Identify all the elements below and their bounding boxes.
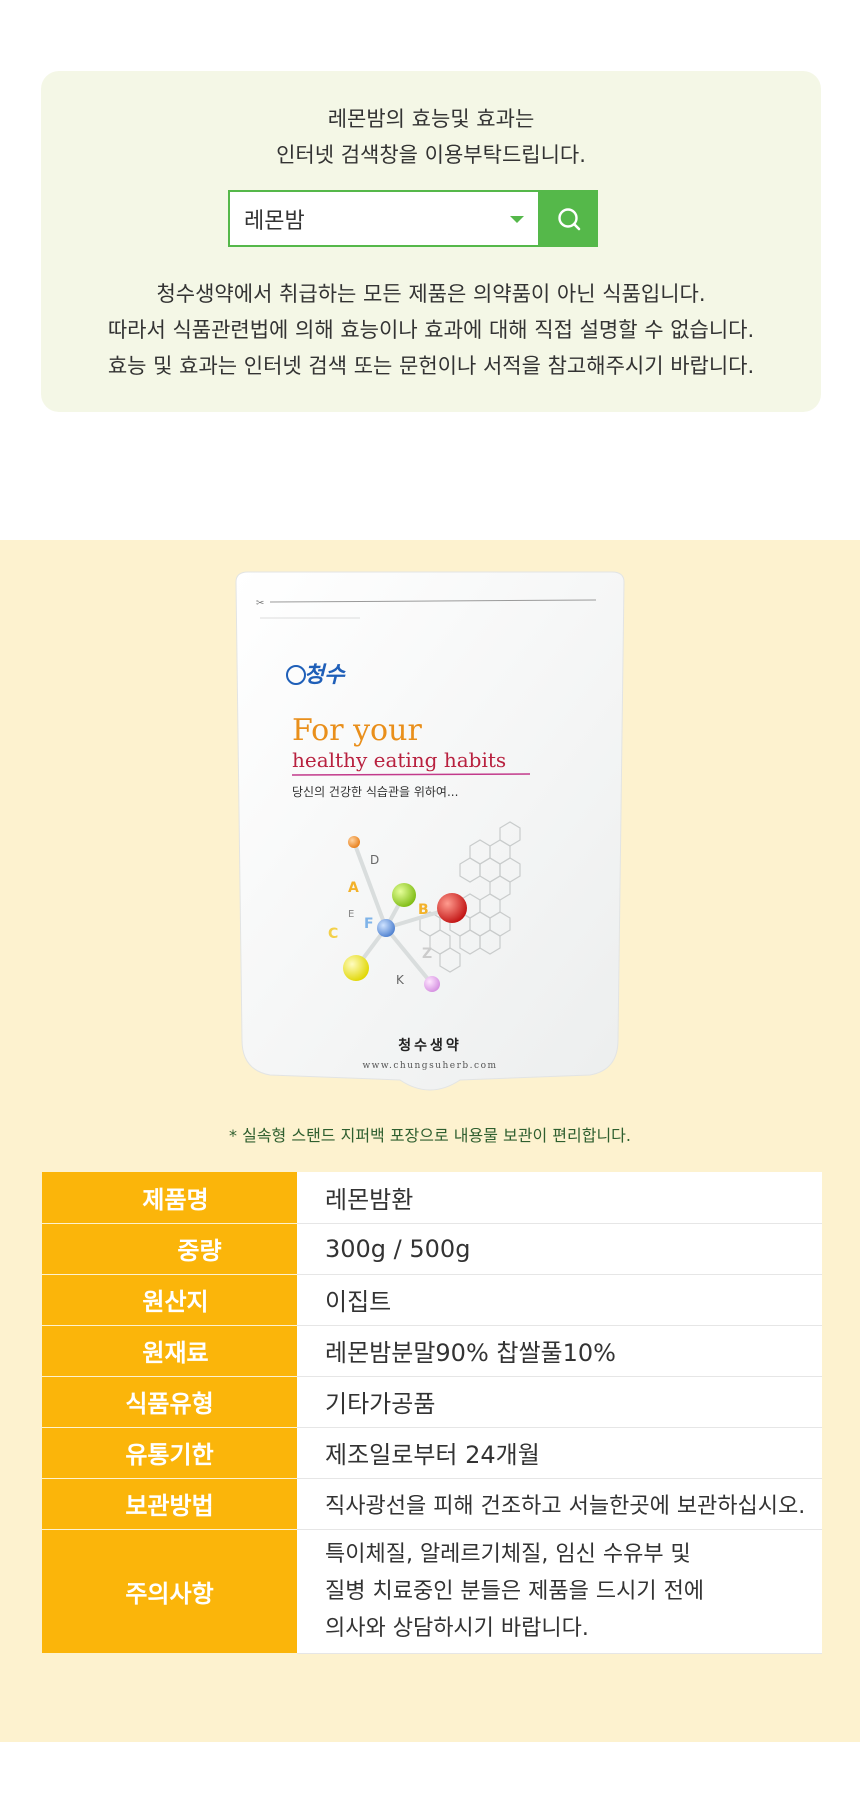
pouch-url: www.chungsuherb.com <box>362 1061 497 1071</box>
svg-text:✂: ✂ <box>256 598 264 609</box>
vitamin-sphere-yellow <box>343 955 369 981</box>
notice-desc-line1: 청수생약에서 취급하는 모든 제품은 의약품이 아닌 식품입니다. <box>156 282 706 306</box>
spec-label-storage: 보관방법 <box>42 1478 297 1530</box>
vitamin-label-k: K <box>396 973 405 987</box>
spec-label-weight: 중량 <box>42 1223 297 1275</box>
vitamin-label-b: B <box>418 902 429 918</box>
spec-value-type: 기타가공품 <box>297 1376 822 1428</box>
chevron-down-icon <box>510 216 524 223</box>
packaging-caption: * 실속형 스탠드 지퍼백 포장으로 내용물 보관이 편리합니다. <box>229 1126 631 1145</box>
notice-desc-line3: 효능 및 효과는 인터넷 검색 또는 문헌이나 서적을 참고해주시기 바랍니다. <box>107 354 755 378</box>
notice-box: 레몬밤의 효능및 효과는 인터넷 검색창을 이용부탁드립니다. 레몬밤 청수생약… <box>41 71 821 412</box>
vitamin-label-e: E <box>348 909 354 920</box>
table-row: 중량 300g / 500g <box>42 1223 822 1275</box>
table-row: 원산지 이집트 <box>42 1274 822 1326</box>
table-row: 보관방법 직사광선을 피해 건조하고 서늘한곳에 보관하십시오. <box>42 1478 822 1530</box>
vitamin-label-d: D <box>370 853 379 867</box>
spec-label-expiry: 유통기한 <box>42 1427 297 1479</box>
notice-desc-line2: 따라서 식품관련법에 의해 효능이나 효과에 대해 직접 설명할 수 없습니다. <box>107 318 755 342</box>
vitamin-sphere-blue <box>377 919 395 937</box>
table-row: 제품명 레몬밤환 <box>42 1172 822 1224</box>
vitamin-sphere-red <box>437 893 467 923</box>
spec-label-type: 식품유형 <box>42 1376 297 1428</box>
table-row: 식품유형 기타가공품 <box>42 1376 822 1428</box>
spec-label-origin: 원산지 <box>42 1274 297 1326</box>
product-spec-table: 제품명 레몬밤환 중량 300g / 500g 원산지 이집트 원재료 레몬밤분… <box>42 1172 822 1654</box>
vitamin-label-c: C <box>328 926 338 942</box>
table-row: 원재료 레몬밤분말90% 찹쌀풀10% <box>42 1325 822 1377</box>
spec-value-name: 레몬밤환 <box>297 1172 822 1224</box>
caution-line-1: 특이체질, 알레르기체질, 임신 수유부 및 <box>325 1541 691 1567</box>
spec-value-origin: 이집트 <box>297 1274 822 1326</box>
pouch-illustration: ✂ 청수 For your healthy eating habits 당신의 … <box>235 571 625 1091</box>
spec-label-name: 제품명 <box>42 1172 297 1224</box>
spec-value-storage: 직사광선을 피해 건조하고 서늘한곳에 보관하십시오. <box>297 1478 822 1530</box>
caution-line-3: 의사와 상담하시기 바랍니다. <box>325 1615 589 1641</box>
spec-value-weight: 300g / 500g <box>297 1223 822 1275</box>
spec-value-caution: 특이체질, 알레르기체질, 임신 수유부 및 질병 치료중인 분들은 제품을 드… <box>297 1529 822 1654</box>
caution-line-2: 질병 치료중인 분들은 제품을 드시기 전에 <box>325 1578 705 1604</box>
pouch-tagline-2: healthy eating habits <box>292 748 506 772</box>
svg-text:청수: 청수 <box>304 662 346 688</box>
notice-description: 청수생약에서 취급하는 모든 제품은 의약품이 아닌 식품입니다. 따라서 식품… <box>41 276 821 384</box>
vitamin-sphere-pink <box>424 976 440 992</box>
search-button[interactable] <box>540 190 598 247</box>
search-value: 레몬밤 <box>244 208 305 234</box>
search-icon <box>558 207 581 230</box>
spec-value-expiry: 제조일로부터 24개월 <box>297 1427 822 1479</box>
vitamin-label-z: Z <box>422 946 432 962</box>
table-row: 유통기한 제조일로부터 24개월 <box>42 1427 822 1479</box>
product-section: ✂ 청수 For your healthy eating habits 당신의 … <box>0 540 860 1742</box>
pouch-tagline-kr: 당신의 건강한 식습관을 위하여... <box>292 785 458 799</box>
notice-intro-line2: 인터넷 검색창을 이용부탁드립니다. <box>276 143 586 167</box>
search-bar: 레몬밤 <box>228 190 604 247</box>
spec-label-ingredient: 원재료 <box>42 1325 297 1377</box>
vitamin-sphere-orange <box>348 836 360 848</box>
product-image: ✂ 청수 For your healthy eating habits 당신의 … <box>230 570 630 1110</box>
spec-label-caution: 주의사항 <box>42 1529 297 1654</box>
pouch-brand: 청수생약 <box>398 1037 462 1054</box>
vitamin-label-a: A <box>348 880 359 896</box>
table-row: 주의사항 특이체질, 알레르기체질, 임신 수유부 및 질병 치료중인 분들은 … <box>42 1529 822 1654</box>
spec-value-ingredient: 레몬밤분말90% 찹쌀풀10% <box>297 1325 822 1377</box>
notice-intro-line1: 레몬밤의 효능및 효과는 <box>327 107 535 131</box>
pouch-tagline-1: For your <box>292 713 422 748</box>
vitamin-label-f: F <box>364 916 374 932</box>
vitamin-sphere-green <box>392 883 416 907</box>
notice-intro: 레몬밤의 효능및 효과는 인터넷 검색창을 이용부탁드립니다. <box>41 101 821 173</box>
search-select[interactable]: 레몬밤 <box>228 190 540 247</box>
